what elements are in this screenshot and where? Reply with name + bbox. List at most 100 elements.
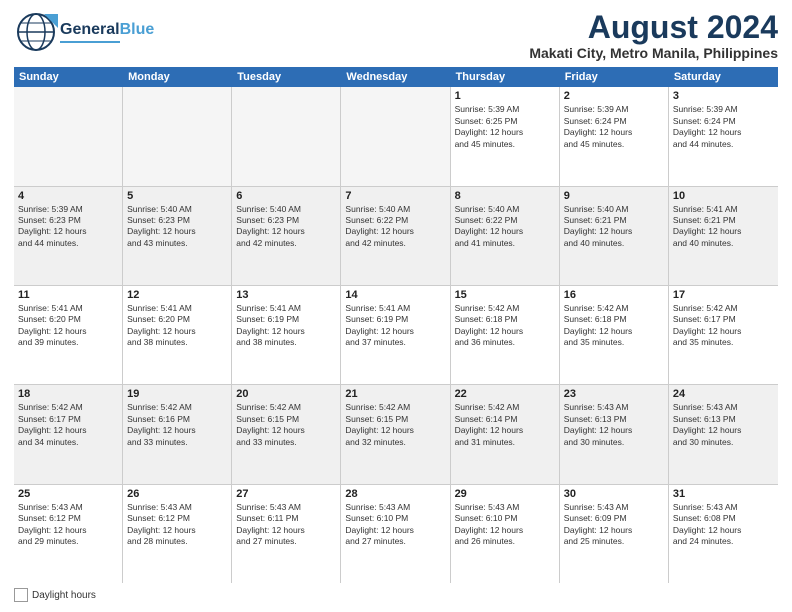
header: GeneralBlue August 2024 Makati City, Met… bbox=[14, 10, 778, 61]
day-number: 12 bbox=[127, 289, 227, 301]
calendar-cell: 6 Sunrise: 5:40 AM Sunset: 6:23 PM Daylig… bbox=[232, 187, 341, 285]
footer: Daylight hours bbox=[14, 588, 778, 602]
logo: GeneralBlue bbox=[14, 10, 154, 54]
day-number: 14 bbox=[345, 289, 445, 301]
logo-icon bbox=[14, 10, 58, 54]
calendar-body: 1 Sunrise: 5:39 AM Sunset: 6:25 PM Daylig… bbox=[14, 87, 778, 583]
calendar-cell bbox=[123, 87, 232, 185]
day-number: 23 bbox=[564, 388, 664, 400]
day-number: 9 bbox=[564, 190, 664, 202]
calendar-week-4: 18 Sunrise: 5:42 AM Sunset: 6:17 PM Dayli… bbox=[14, 385, 778, 484]
day-info: Sunrise: 5:43 AM Sunset: 6:12 PM Dayligh… bbox=[18, 502, 118, 548]
calendar-cell: 9 Sunrise: 5:40 AM Sunset: 6:21 PM Daylig… bbox=[560, 187, 669, 285]
calendar-cell bbox=[341, 87, 450, 185]
day-info: Sunrise: 5:42 AM Sunset: 6:17 PM Dayligh… bbox=[673, 303, 774, 349]
day-number: 25 bbox=[18, 488, 118, 500]
calendar-cell: 23 Sunrise: 5:43 AM Sunset: 6:13 PM Dayli… bbox=[560, 385, 669, 483]
legend-box bbox=[14, 588, 28, 602]
legend-label: Daylight hours bbox=[32, 590, 96, 601]
day-info: Sunrise: 5:40 AM Sunset: 6:23 PM Dayligh… bbox=[236, 204, 336, 250]
header-day-wednesday: Wednesday bbox=[341, 67, 450, 87]
day-number: 24 bbox=[673, 388, 774, 400]
calendar-cell: 1 Sunrise: 5:39 AM Sunset: 6:25 PM Daylig… bbox=[451, 87, 560, 185]
day-number: 18 bbox=[18, 388, 118, 400]
calendar-cell: 12 Sunrise: 5:41 AM Sunset: 6:20 PM Dayli… bbox=[123, 286, 232, 384]
day-info: Sunrise: 5:41 AM Sunset: 6:20 PM Dayligh… bbox=[127, 303, 227, 349]
day-info: Sunrise: 5:39 AM Sunset: 6:24 PM Dayligh… bbox=[564, 104, 664, 150]
day-number: 6 bbox=[236, 190, 336, 202]
day-info: Sunrise: 5:43 AM Sunset: 6:10 PM Dayligh… bbox=[455, 502, 555, 548]
day-number: 1 bbox=[455, 90, 555, 102]
day-number: 26 bbox=[127, 488, 227, 500]
day-number: 16 bbox=[564, 289, 664, 301]
day-number: 10 bbox=[673, 190, 774, 202]
day-info: Sunrise: 5:42 AM Sunset: 6:15 PM Dayligh… bbox=[345, 402, 445, 448]
day-number: 8 bbox=[455, 190, 555, 202]
day-info: Sunrise: 5:43 AM Sunset: 6:09 PM Dayligh… bbox=[564, 502, 664, 548]
calendar-cell: 8Sunrise: 5:40 AM Sunset: 6:22 PM Daylig… bbox=[451, 187, 560, 285]
calendar-cell: 17Sunrise: 5:42 AM Sunset: 6:17 PM Dayli… bbox=[669, 286, 778, 384]
day-info: Sunrise: 5:42 AM Sunset: 6:16 PM Dayligh… bbox=[127, 402, 227, 448]
day-number: 13 bbox=[236, 289, 336, 301]
calendar-cell: 27 Sunrise: 5:43 AM Sunset: 6:11 PM Dayli… bbox=[232, 485, 341, 583]
calendar-cell bbox=[14, 87, 123, 185]
calendar-cell: 13 Sunrise: 5:41 AM Sunset: 6:19 PM Dayli… bbox=[232, 286, 341, 384]
calendar-header: SundayMondayTuesdayWednesdayThursdayFrid… bbox=[14, 67, 778, 87]
calendar-week-1: 1 Sunrise: 5:39 AM Sunset: 6:25 PM Daylig… bbox=[14, 87, 778, 186]
calendar-cell: 2Sunrise: 5:39 AM Sunset: 6:24 PM Daylig… bbox=[560, 87, 669, 185]
logo-underline bbox=[60, 41, 120, 43]
day-info: Sunrise: 5:39 AM Sunset: 6:23 PM Dayligh… bbox=[18, 204, 118, 250]
day-number: 4 bbox=[18, 190, 118, 202]
day-number: 21 bbox=[345, 388, 445, 400]
header-day-thursday: Thursday bbox=[451, 67, 560, 87]
calendar-cell: 30 Sunrise: 5:43 AM Sunset: 6:09 PM Dayli… bbox=[560, 485, 669, 583]
header-day-saturday: Saturday bbox=[669, 67, 778, 87]
day-info: Sunrise: 5:42 AM Sunset: 6:17 PM Dayligh… bbox=[18, 402, 118, 448]
subtitle: Makati City, Metro Manila, Philippines bbox=[529, 45, 778, 61]
day-info: Sunrise: 5:43 AM Sunset: 6:13 PM Dayligh… bbox=[673, 402, 774, 448]
day-info: Sunrise: 5:43 AM Sunset: 6:08 PM Dayligh… bbox=[673, 502, 774, 548]
day-number: 3 bbox=[673, 90, 774, 102]
calendar-cell: 4 Sunrise: 5:39 AM Sunset: 6:23 PM Daylig… bbox=[14, 187, 123, 285]
day-info: Sunrise: 5:41 AM Sunset: 6:21 PM Dayligh… bbox=[673, 204, 774, 250]
day-number: 29 bbox=[455, 488, 555, 500]
calendar-cell: 3 Sunrise: 5:39 AM Sunset: 6:24 PM Daylig… bbox=[669, 87, 778, 185]
calendar-cell: 10 Sunrise: 5:41 AM Sunset: 6:21 PM Dayli… bbox=[669, 187, 778, 285]
calendar-cell: 14 Sunrise: 5:41 AM Sunset: 6:19 PM Dayli… bbox=[341, 286, 450, 384]
calendar-week-5: 25 Sunrise: 5:43 AM Sunset: 6:12 PM Dayli… bbox=[14, 485, 778, 583]
calendar-cell: 31 Sunrise: 5:43 AM Sunset: 6:08 PM Dayli… bbox=[669, 485, 778, 583]
main-title: August 2024 bbox=[529, 10, 778, 45]
calendar-cell: 25 Sunrise: 5:43 AM Sunset: 6:12 PM Dayli… bbox=[14, 485, 123, 583]
calendar-cell: 19 Sunrise: 5:42 AM Sunset: 6:16 PM Dayli… bbox=[123, 385, 232, 483]
day-info: Sunrise: 5:42 AM Sunset: 6:14 PM Dayligh… bbox=[455, 402, 555, 448]
day-number: 30 bbox=[564, 488, 664, 500]
day-info: Sunrise: 5:39 AM Sunset: 6:24 PM Dayligh… bbox=[673, 104, 774, 150]
logo-blue: Blue bbox=[120, 21, 155, 38]
calendar-cell: 21 Sunrise: 5:42 AM Sunset: 6:15 PM Dayli… bbox=[341, 385, 450, 483]
calendar-cell: 5Sunrise: 5:40 AM Sunset: 6:23 PM Daylig… bbox=[123, 187, 232, 285]
day-info: Sunrise: 5:41 AM Sunset: 6:19 PM Dayligh… bbox=[345, 303, 445, 349]
day-number: 27 bbox=[236, 488, 336, 500]
calendar-cell: 16 Sunrise: 5:42 AM Sunset: 6:18 PM Dayli… bbox=[560, 286, 669, 384]
day-info: Sunrise: 5:43 AM Sunset: 6:10 PM Dayligh… bbox=[345, 502, 445, 548]
day-number: 19 bbox=[127, 388, 227, 400]
calendar-cell: 26 Sunrise: 5:43 AM Sunset: 6:12 PM Dayli… bbox=[123, 485, 232, 583]
day-number: 7 bbox=[345, 190, 445, 202]
header-day-monday: Monday bbox=[123, 67, 232, 87]
day-number: 15 bbox=[455, 289, 555, 301]
day-info: Sunrise: 5:43 AM Sunset: 6:12 PM Dayligh… bbox=[127, 502, 227, 548]
day-info: Sunrise: 5:43 AM Sunset: 6:13 PM Dayligh… bbox=[564, 402, 664, 448]
day-number: 22 bbox=[455, 388, 555, 400]
day-info: Sunrise: 5:39 AM Sunset: 6:25 PM Dayligh… bbox=[455, 104, 555, 150]
day-number: 20 bbox=[236, 388, 336, 400]
day-info: Sunrise: 5:42 AM Sunset: 6:15 PM Dayligh… bbox=[236, 402, 336, 448]
header-day-friday: Friday bbox=[560, 67, 669, 87]
title-block: August 2024 Makati City, Metro Manila, P… bbox=[529, 10, 778, 61]
day-number: 28 bbox=[345, 488, 445, 500]
day-info: Sunrise: 5:43 AM Sunset: 6:11 PM Dayligh… bbox=[236, 502, 336, 548]
day-number: 31 bbox=[673, 488, 774, 500]
header-day-tuesday: Tuesday bbox=[232, 67, 341, 87]
day-info: Sunrise: 5:40 AM Sunset: 6:21 PM Dayligh… bbox=[564, 204, 664, 250]
day-info: Sunrise: 5:42 AM Sunset: 6:18 PM Dayligh… bbox=[564, 303, 664, 349]
day-info: Sunrise: 5:41 AM Sunset: 6:19 PM Dayligh… bbox=[236, 303, 336, 349]
